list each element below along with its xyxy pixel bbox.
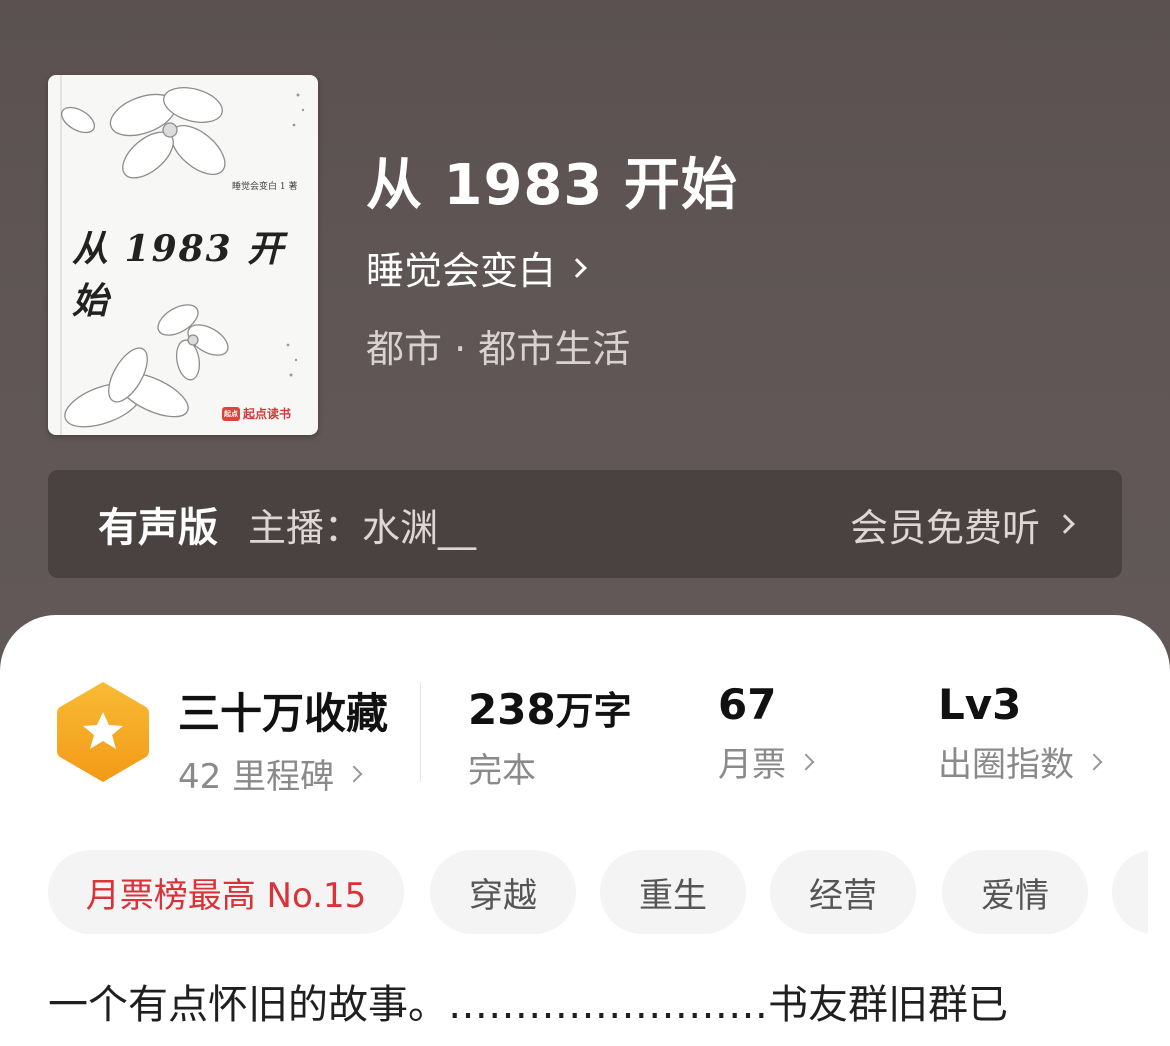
qidian-logo-icon: 起点 xyxy=(222,406,240,421)
book-title: 从 1983 开始 xyxy=(366,153,738,218)
chevron-right-icon xyxy=(567,257,587,278)
chevron-right-icon xyxy=(797,753,815,770)
vip-listen-button[interactable]: 会员免费听 xyxy=(849,497,1075,552)
book-synopsis[interactable]: 一个有点怀旧的故事。……………………书友群旧群已 xyxy=(48,972,1128,1030)
chevron-right-icon xyxy=(1085,753,1103,770)
audio-host: 主播：水渊__ xyxy=(248,505,477,550)
author-name: 睡觉会变白 xyxy=(366,249,557,293)
collection-count: 三十万收藏 xyxy=(178,689,389,738)
chevron-right-icon xyxy=(1055,514,1075,534)
monthly-ticket-label: 月票 xyxy=(718,745,786,785)
tag-item-partial[interactable] xyxy=(1112,850,1148,934)
cover-brand: 起点 起点读书 xyxy=(222,405,291,422)
word-count-stat: 238万字 完本 xyxy=(468,680,632,792)
tag-rank[interactable]: 月票榜最高 No.15 xyxy=(48,850,404,934)
tag-item[interactable]: 穿越 xyxy=(430,850,576,934)
book-genre: 都市 · 都市生活 xyxy=(366,327,631,371)
tag-item[interactable]: 爱情 xyxy=(942,850,1088,934)
vip-listen-label: 会员免费听 xyxy=(849,505,1040,550)
stat-divider xyxy=(420,682,421,782)
chevron-right-icon xyxy=(345,765,363,782)
cover-brand-label: 起点读书 xyxy=(243,407,292,421)
popularity-level: Lv3 xyxy=(938,680,1022,729)
cover-title: 从 1983 开 始 xyxy=(72,228,286,322)
popularity-index-label: 出圈指数 xyxy=(938,745,1074,785)
word-count-unit: 万字 xyxy=(555,689,632,733)
tag-item[interactable]: 重生 xyxy=(600,850,746,934)
monthly-ticket-count: 67 xyxy=(718,680,777,729)
book-cover[interactable]: 睡觉会变白 1 著 从 1983 开 始 起点 起点读书 xyxy=(48,75,318,435)
author-link[interactable]: 睡觉会变白 xyxy=(366,240,587,295)
completion-status: 完本 xyxy=(468,751,536,791)
cover-author: 睡觉会变白 1 著 xyxy=(232,182,298,192)
popularity-index-stat[interactable]: Lv3 出圈指数 xyxy=(938,680,1103,786)
tag-list: 月票榜最高 No.15 穿越 重生 经营 爱情 xyxy=(48,850,1148,934)
word-count-number: 238 xyxy=(468,685,556,734)
monthly-ticket-stat[interactable]: 67 月票 xyxy=(718,680,815,786)
audio-version-bar[interactable]: 有声版 主播：水渊__ 会员免费听 xyxy=(48,470,1122,578)
collection-stat[interactable]: 三十万收藏 42 里程碑 xyxy=(178,680,388,798)
milestone-label: 42 里程碑 xyxy=(178,757,335,797)
book-header: 睡觉会变白 1 著 从 1983 开 始 起点 起点读书 从 1983 开始 睡… xyxy=(0,0,1170,640)
tag-item[interactable]: 经营 xyxy=(770,850,916,934)
audio-label: 有声版 xyxy=(98,505,218,551)
star-badge-icon xyxy=(57,682,149,782)
